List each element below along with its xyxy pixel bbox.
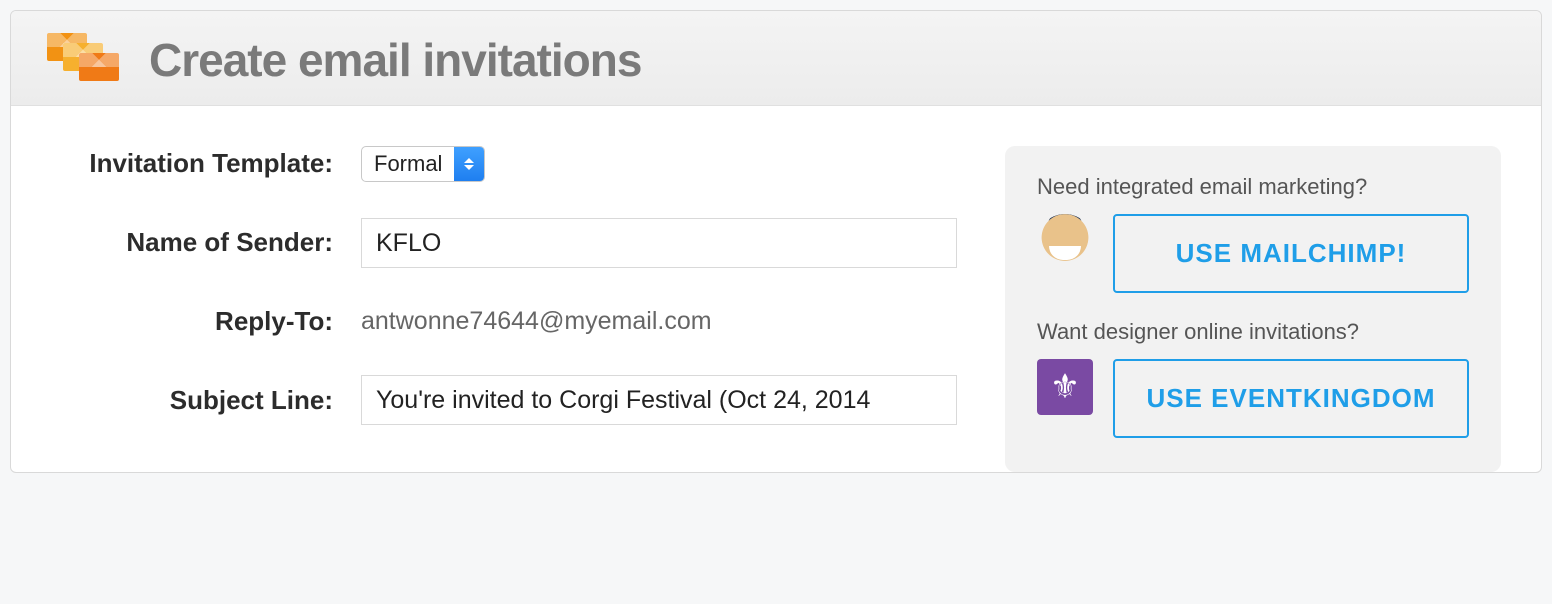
subject-label: Subject Line: [51,383,361,418]
eventkingdom-prompt: Want designer online invitations? [1037,319,1469,345]
template-select[interactable]: Formal [361,146,485,182]
create-invitations-panel: Create email invitations Invitation Temp… [10,10,1542,473]
envelopes-icon [47,33,121,87]
invitation-form: Invitation Template: Formal Name of Send… [51,146,957,461]
mailchimp-row: USE MAILCHIMP! [1037,214,1469,293]
mailchimp-prompt: Need integrated email marketing? [1037,174,1469,200]
panel-body: Invitation Template: Formal Name of Send… [11,106,1541,472]
subject-input[interactable] [361,375,957,425]
panel-header: Create email invitations [11,11,1541,106]
use-mailchimp-button[interactable]: USE MAILCHIMP! [1113,214,1469,293]
replyto-label: Reply-To: [51,304,361,339]
mailchimp-icon [1037,214,1093,270]
sender-label: Name of Sender: [51,225,361,260]
replyto-value: antwonne74644@myemail.com [361,307,712,335]
template-label: Invitation Template: [51,146,361,181]
eventkingdom-icon: ⚜ [1037,359,1093,415]
use-eventkingdom-button[interactable]: USE EVENTKINGDOM [1113,359,1469,438]
chevron-updown-icon [454,147,484,181]
eventkingdom-row: ⚜ USE EVENTKINGDOM [1037,359,1469,438]
promo-sidebar: Need integrated email marketing? USE MAI… [1005,146,1501,472]
field-row-template: Invitation Template: Formal [51,146,957,182]
field-row-subject: Subject Line: [51,375,957,425]
field-row-sender: Name of Sender: [51,218,957,268]
field-row-replyto: Reply-To: antwonne74644@myemail.com [51,304,957,339]
fleur-de-lis-icon: ⚜ [1050,367,1080,407]
template-select-value: Formal [362,147,454,181]
page-title: Create email invitations [149,33,641,87]
sender-input[interactable] [361,218,957,268]
